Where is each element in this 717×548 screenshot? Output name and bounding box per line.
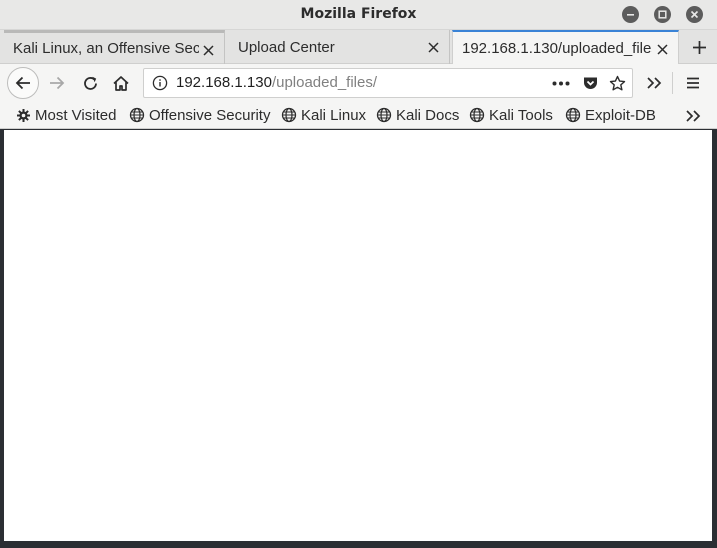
tab-label: Kali Linux, an Offensive Security [13,40,199,57]
globe-icon [565,107,581,123]
menu-icon [687,77,699,89]
close-tab-icon[interactable] [425,39,441,55]
pocket-icon[interactable] [582,75,599,92]
tab-kali-linux[interactable]: Kali Linux, an Offensive Security [4,30,225,64]
toolbar-divider [672,72,673,94]
bookmarks-toolbar: Most Visited Offensive Security Kali Lin… [0,102,717,129]
home-button[interactable] [110,73,132,93]
url-text[interactable]: 192.168.1.130/uploaded_files/ [176,74,377,91]
page-content[interactable] [4,130,712,541]
bookmark-most-visited[interactable]: Most Visited [16,104,116,126]
globe-icon [281,107,297,123]
bookmark-label: Kali Linux [301,106,367,124]
info-icon [152,75,168,91]
globe-icon [469,107,485,123]
url-host: 192.168.1.130 [176,74,272,91]
close-tab-icon[interactable] [654,41,670,57]
overflow-icon [686,110,701,122]
close-tab-icon[interactable] [200,42,216,58]
forward-icon [50,76,65,90]
more-icon[interactable] [552,81,570,86]
tab-bar: Kali Linux, an Offensive Security Upload… [0,30,717,65]
navigation-toolbar: 192.168.1.130/uploaded_files/ [0,64,717,102]
toolbar-overflow-button[interactable] [644,74,664,92]
reload-button[interactable] [79,73,101,93]
bookmark-kali-tools[interactable]: Kali Tools [469,104,553,126]
bookmark-kali-linux[interactable]: Kali Linux [281,104,366,126]
bookmark-offensive-security[interactable]: Offensive Security [129,104,270,126]
home-icon [113,75,129,91]
globe-icon [376,107,392,123]
bookmarks-overflow-button[interactable] [683,107,703,125]
open-menu-button[interactable] [683,74,703,92]
bookmark-label: Exploit-DB [585,106,656,124]
minimize-icon[interactable] [622,6,639,23]
url-path: /uploaded_files/ [271,74,378,91]
back-button[interactable] [7,67,39,99]
globe-icon [129,107,145,123]
tab-uploaded-files[interactable]: 192.168.1.130/uploaded_files/ [452,30,679,65]
bookmark-label: Kali Tools [489,106,553,124]
reload-icon [83,76,97,90]
tab-label: 192.168.1.130/uploaded_files/ [462,40,652,57]
back-icon [15,76,30,90]
maximize-icon[interactable] [654,6,671,23]
close-icon[interactable] [686,6,703,23]
bookmark-exploit-db[interactable]: Exploit-DB [565,104,656,126]
forward-button[interactable] [46,73,68,93]
title-bar: Mozilla Firefox [0,0,717,30]
url-bar[interactable]: 192.168.1.130/uploaded_files/ [143,68,633,98]
overflow-icon [647,77,662,89]
gear-icon [17,108,30,122]
bookmark-label: Kali Docs [396,106,460,124]
bookmark-label: Most Visited [35,106,117,124]
star-icon[interactable] [609,75,626,92]
bookmark-kali-docs[interactable]: Kali Docs [376,104,459,126]
new-tab-button[interactable] [681,30,717,64]
plus-icon [692,40,706,54]
window-title: Mozilla Firefox [300,6,417,22]
browser-window: Mozilla Firefox Kali Linux, an Offensive… [0,0,717,548]
bookmark-label: Offensive Security [149,106,271,124]
tab-upload-center[interactable]: Upload Center [229,30,450,64]
tab-label: Upload Center [238,38,335,56]
